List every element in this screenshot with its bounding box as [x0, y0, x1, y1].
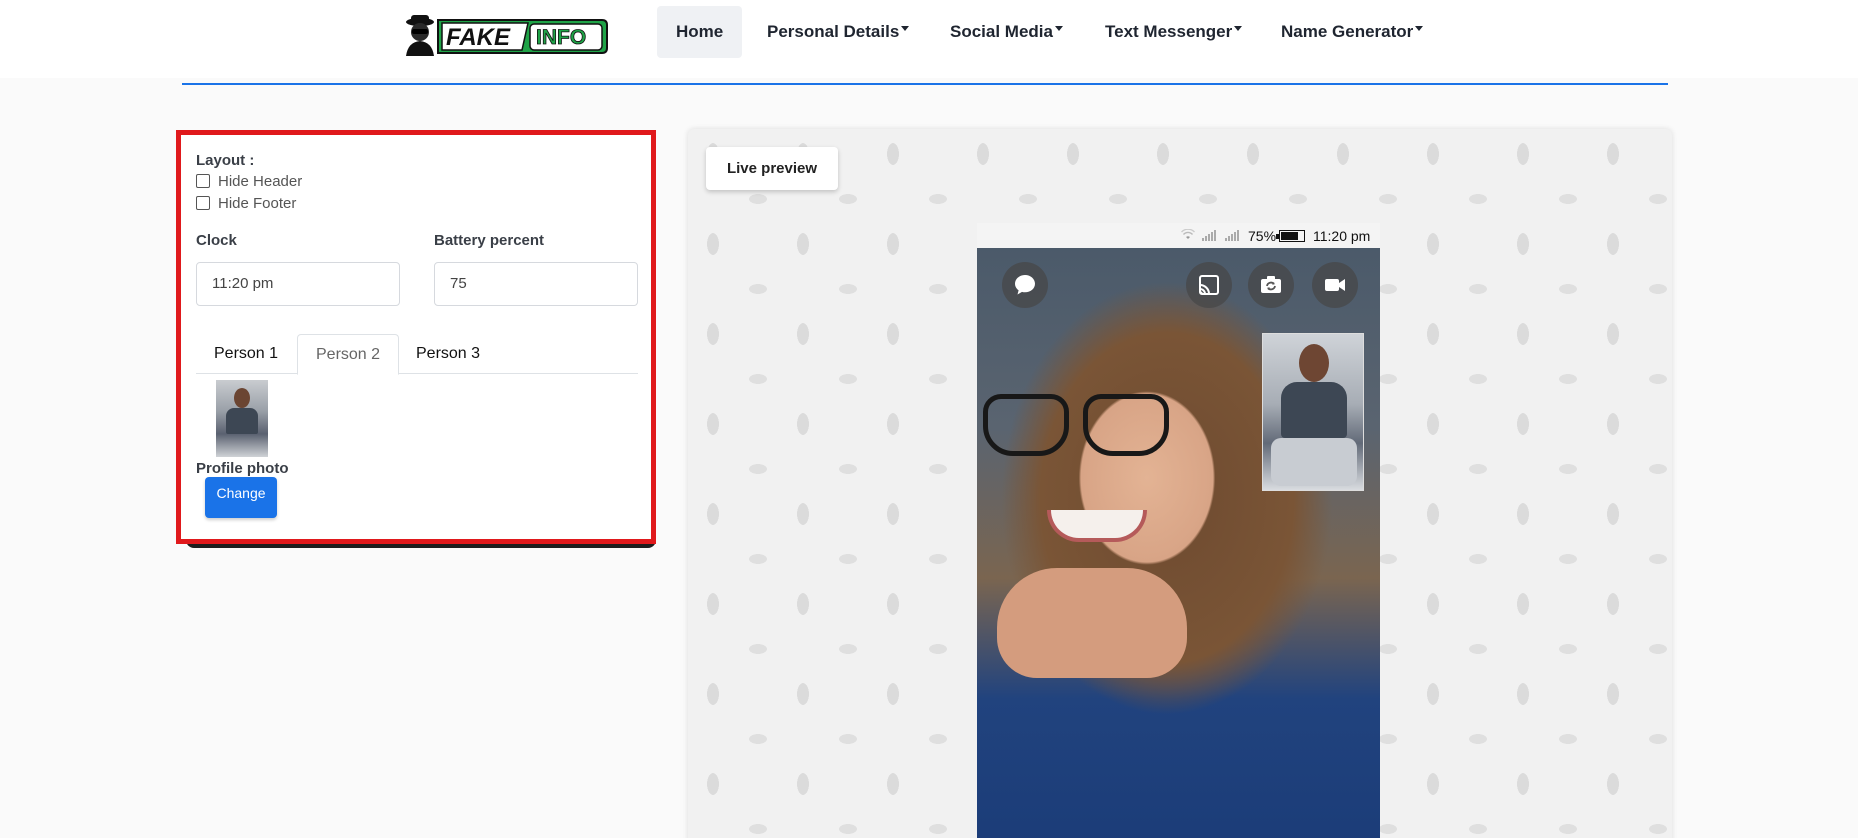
battery-percent-text: 75%	[1248, 228, 1277, 244]
signal-icon	[1202, 230, 1216, 241]
hide-header-label: Hide Header	[218, 173, 303, 190]
svg-text:INFO: INFO	[536, 26, 586, 49]
self-view-video[interactable]	[1262, 333, 1364, 491]
phone-status-bar: 75% 11:20 pm	[977, 223, 1380, 248]
hide-footer-checkbox[interactable]	[196, 196, 210, 210]
video-camera-icon[interactable]	[1312, 262, 1358, 308]
signal-icon-2	[1225, 230, 1239, 241]
preview-area: Live preview 75% 11:20 pm	[688, 129, 1672, 838]
nav-social-media[interactable]: Social Media	[931, 6, 1082, 58]
main-video-feed	[977, 248, 1380, 838]
svg-text:FAKE: FAKE	[446, 24, 511, 51]
person-tabs: Person 1 Person 2 Person 3	[196, 334, 638, 375]
caret-down-icon	[1234, 26, 1243, 31]
fakeinfo-logo[interactable]: FAKE INFO	[402, 12, 608, 58]
settings-panel: Layout : Hide Header Hide Footer Clock B…	[176, 130, 656, 544]
tab-person-3[interactable]: Person 3	[398, 334, 498, 374]
hide-footer-checkbox-row[interactable]: Hide Footer	[196, 195, 296, 213]
caret-down-icon	[1415, 26, 1424, 31]
cast-icon[interactable]	[1186, 262, 1232, 308]
phone-mockup: 75% 11:20 pm	[977, 223, 1380, 838]
glasses	[983, 394, 1173, 464]
live-preview-button[interactable]: Live preview	[706, 147, 838, 190]
battery-percent-label: Battery percent	[434, 232, 545, 249]
caret-down-icon	[901, 26, 910, 31]
caret-down-icon	[1054, 26, 1063, 31]
profile-photo-thumbnail	[216, 380, 268, 457]
hide-header-checkbox[interactable]	[196, 174, 210, 188]
clock-label: Clock	[196, 232, 237, 249]
clock-input[interactable]: 11:20 pm	[196, 262, 400, 306]
status-time: 11:20 pm	[1313, 228, 1371, 244]
profile-photo-label: Profile photo	[196, 460, 289, 477]
chat-bubble-icon[interactable]	[1002, 262, 1048, 308]
battery-icon	[1276, 230, 1305, 242]
nav-text-messenger[interactable]: Text Messenger	[1086, 6, 1261, 58]
nav-name-generator[interactable]: Name Generator	[1262, 6, 1442, 58]
switch-camera-icon[interactable]	[1248, 262, 1294, 308]
navbar: FAKE INFO Home Personal Details Social M…	[0, 0, 1858, 78]
wifi-icon	[1180, 228, 1196, 243]
tab-person-1[interactable]: Person 1	[196, 334, 296, 374]
tab-person-2[interactable]: Person 2	[297, 334, 400, 375]
hide-header-checkbox-row[interactable]: Hide Header	[196, 173, 302, 191]
nav-home[interactable]: Home	[657, 6, 743, 58]
hide-footer-label: Hide Footer	[218, 195, 297, 212]
change-photo-button[interactable]: Change	[205, 477, 277, 518]
layout-label: Layout :	[196, 152, 255, 169]
header-divider	[182, 83, 1668, 85]
battery-percent-input[interactable]: 75	[434, 262, 638, 306]
nav-personal-details[interactable]: Personal Details	[748, 6, 928, 58]
